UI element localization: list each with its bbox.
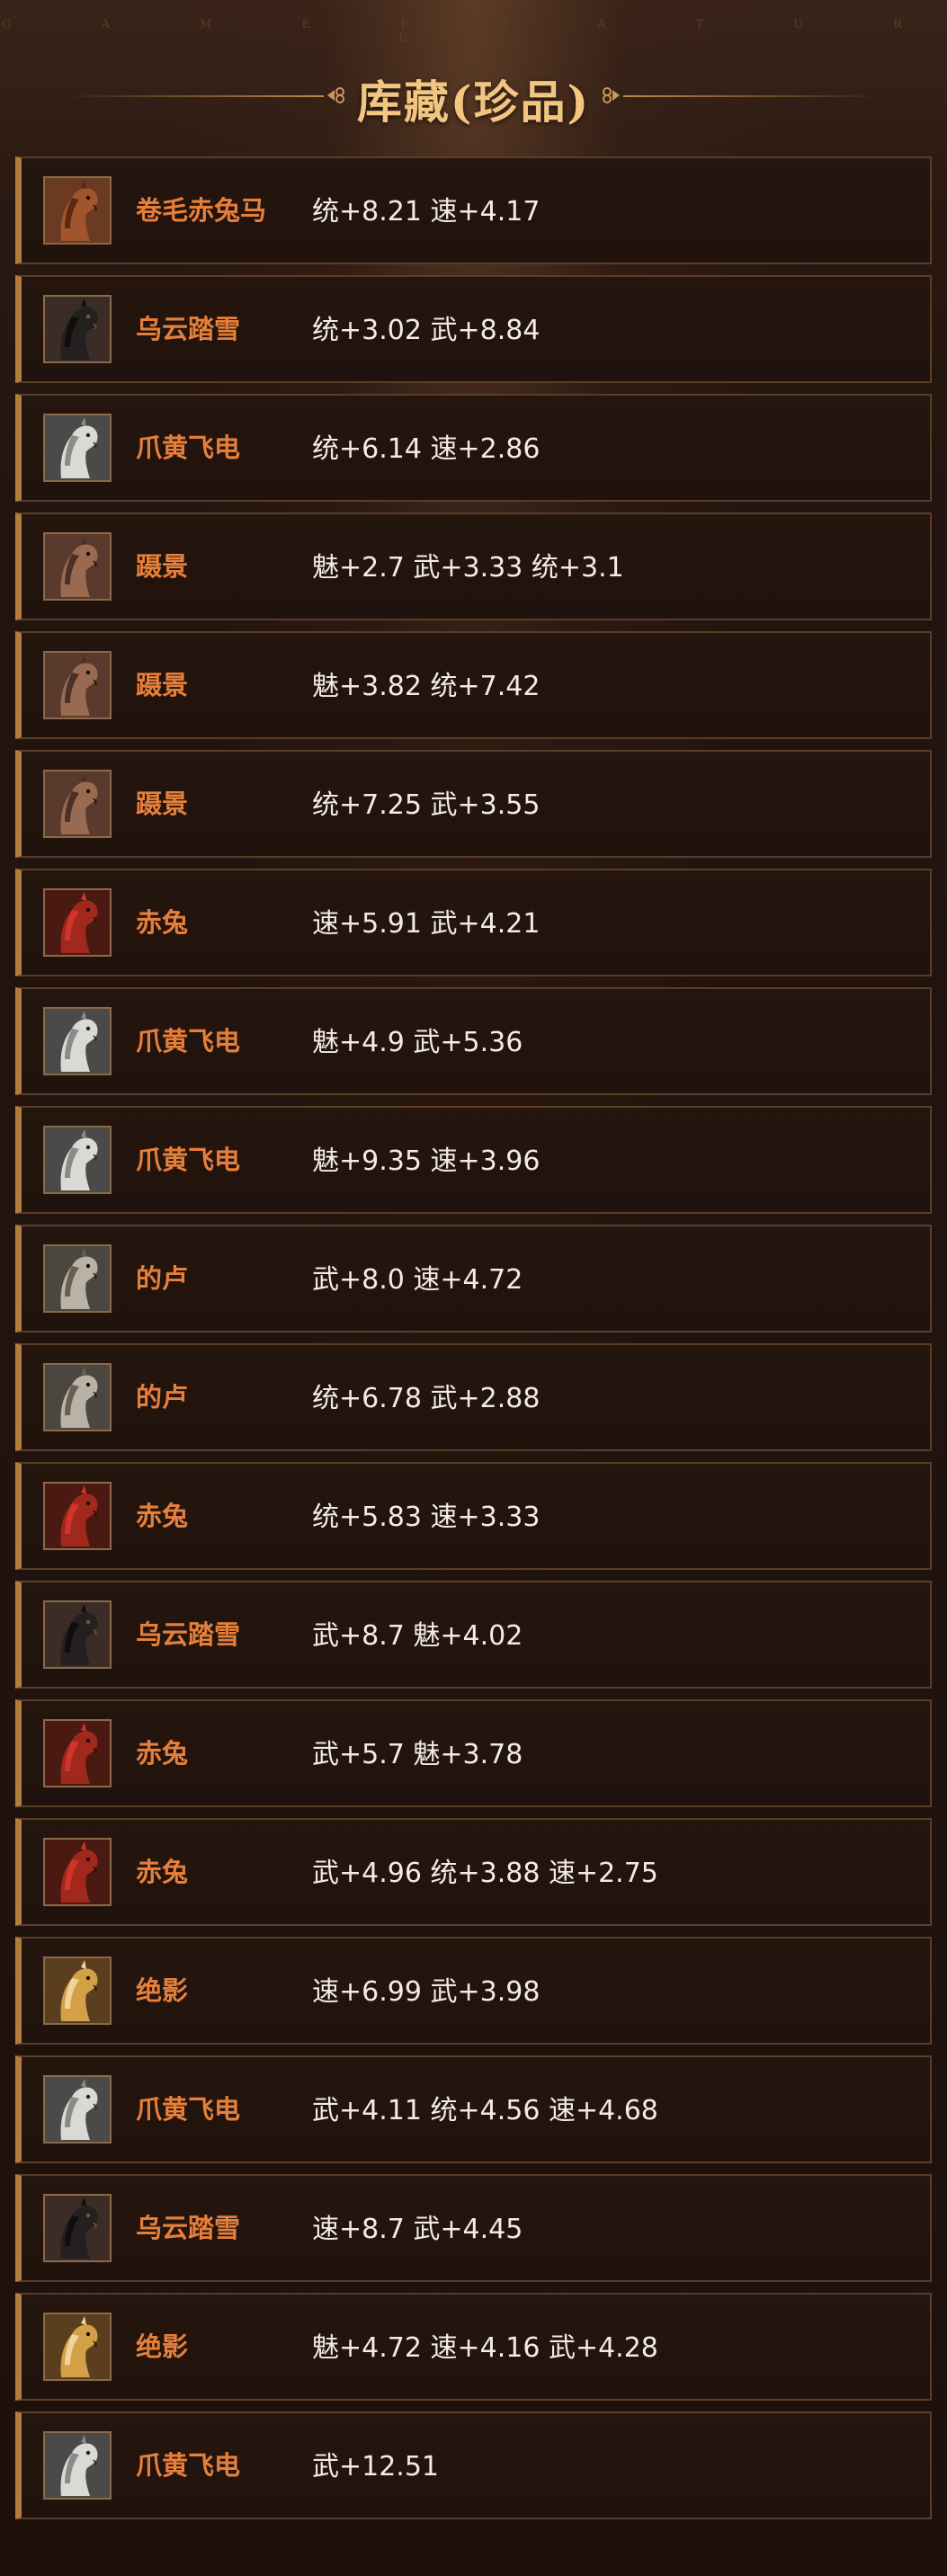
horse-white-armored-icon <box>43 414 112 482</box>
item-stats: 速+5.91 武+4.21 <box>312 908 541 940</box>
horse-brown-icon <box>43 176 112 245</box>
title-row: 库藏(珍品) <box>0 63 947 129</box>
item-name: 赤兔 <box>136 1738 189 1769</box>
item-stats: 武+12.51 <box>312 2451 440 2482</box>
item-name: 蹑景 <box>136 670 189 700</box>
item-name: 爪黄飞电 <box>136 432 241 463</box>
list-item[interactable]: 绝影 速+6.99 武+3.98 <box>15 1937 932 2045</box>
list-item[interactable]: 爪黄飞电 武+4.11 统+4.56 速+4.68 <box>15 2055 932 2163</box>
horse-white-armored-icon <box>43 2075 112 2144</box>
item-name: 乌云踏雪 <box>136 314 241 344</box>
horse-white-armored-icon <box>43 2431 112 2500</box>
item-stats: 武+8.7 魅+4.02 <box>312 1620 523 1652</box>
item-name: 卷毛赤兔马 <box>136 195 267 226</box>
item-name: 赤兔 <box>136 1501 189 1531</box>
list-item[interactable]: 赤兔 统+5.83 速+3.33 <box>15 1462 932 1570</box>
list-item[interactable]: 乌云踏雪 统+3.02 武+8.84 <box>15 275 932 383</box>
item-stats: 武+8.0 速+4.72 <box>312 1264 523 1296</box>
item-stats: 速+8.7 武+4.45 <box>312 2214 523 2245</box>
horse-red-icon <box>43 1482 112 1550</box>
list-item[interactable]: 蹑景 魅+3.82 统+7.42 <box>15 631 932 739</box>
page-title: 库藏(珍品) <box>356 76 591 129</box>
list-item[interactable]: 蹑景 魅+2.7 武+3.33 统+3.1 <box>15 513 932 620</box>
list-item[interactable]: 的卢 武+8.0 速+4.72 <box>15 1225 932 1333</box>
item-stats: 统+7.25 武+3.55 <box>312 789 541 821</box>
item-name: 爪黄飞电 <box>136 2094 241 2125</box>
horse-grey-icon <box>43 1363 112 1431</box>
horse-golden-icon <box>43 1957 112 2025</box>
item-stats: 统+6.14 速+2.86 <box>312 433 541 465</box>
item-name: 乌云踏雪 <box>136 2213 241 2243</box>
item-name: 爪黄飞电 <box>136 1026 241 1056</box>
item-stats: 武+5.7 魅+3.78 <box>312 1739 523 1770</box>
item-name: 赤兔 <box>136 907 189 938</box>
horse-grey-icon <box>43 1244 112 1313</box>
horse-roan-icon <box>43 770 112 838</box>
item-name: 爪黄飞电 <box>136 1145 241 1175</box>
list-item[interactable]: 赤兔 速+5.91 武+4.21 <box>15 869 932 976</box>
list-item[interactable]: 爪黄飞电 魅+4.9 武+5.36 <box>15 987 932 1095</box>
item-stats: 魅+3.82 统+7.42 <box>312 671 541 702</box>
horse-black-icon <box>43 2194 112 2262</box>
item-stats: 魅+4.72 速+4.16 武+4.28 <box>312 2332 658 2364</box>
horse-red-icon <box>43 888 112 957</box>
list-item[interactable]: 爪黄飞电 魅+9.35 速+3.96 <box>15 1106 932 1214</box>
list-item[interactable]: 爪黄飞电 统+6.14 速+2.86 <box>15 394 932 502</box>
ornament-right-icon <box>603 87 620 103</box>
item-name: 蹑景 <box>136 551 189 582</box>
horse-red-icon <box>43 1719 112 1787</box>
item-name: 爪黄飞电 <box>136 2450 241 2481</box>
item-name: 绝影 <box>136 2331 189 2362</box>
item-list: 卷毛赤兔马 统+8.21 速+4.17 乌云踏雪 统+3.02 武+8.84 爪黄飞电统… <box>15 156 932 2530</box>
item-stats: 统+5.83 速+3.33 <box>312 1502 541 1533</box>
list-item[interactable]: 卷毛赤兔马 统+8.21 速+4.17 <box>15 156 932 264</box>
horse-golden-icon <box>43 2313 112 2381</box>
list-item[interactable]: 绝影 魅+4.72 速+4.16 武+4.28 <box>15 2293 932 2401</box>
title-divider-right <box>623 95 884 97</box>
item-stats: 统+8.21 速+4.17 <box>312 196 541 227</box>
horse-roan-icon <box>43 532 112 601</box>
item-stats: 武+4.11 统+4.56 速+4.68 <box>312 2095 658 2126</box>
header: G A M E F E A T U R E S 库藏(珍品) <box>0 0 947 153</box>
horse-black-icon <box>43 295 112 363</box>
item-name: 的卢 <box>136 1263 189 1294</box>
item-stats: 统+3.02 武+8.84 <box>312 315 541 346</box>
list-item[interactable]: 蹑景 统+7.25 武+3.55 <box>15 750 932 858</box>
item-stats: 魅+9.35 速+3.96 <box>312 1145 541 1177</box>
item-stats: 速+6.99 武+3.98 <box>312 1976 541 2008</box>
list-item[interactable]: 乌云踏雪 武+8.7 魅+4.02 <box>15 1581 932 1689</box>
horse-red-icon <box>43 1838 112 1906</box>
item-stats: 武+4.96 统+3.88 速+2.75 <box>312 1858 658 1889</box>
item-stats: 魅+2.7 武+3.33 统+3.1 <box>312 552 624 584</box>
item-name: 蹑景 <box>136 789 189 819</box>
header-subtitle: G A M E F E A T U R E S <box>1 18 946 45</box>
item-name: 赤兔 <box>136 1857 189 1887</box>
horse-roan-icon <box>43 651 112 719</box>
horse-white-armored-icon <box>43 1007 112 1075</box>
list-item[interactable]: 乌云踏雪 速+8.7 武+4.45 <box>15 2174 932 2282</box>
list-item[interactable]: 的卢 统+6.78 武+2.88 <box>15 1343 932 1451</box>
list-item[interactable]: 赤兔 武+5.7 魅+3.78 <box>15 1699 932 1807</box>
horse-white-armored-icon <box>43 1126 112 1194</box>
item-stats: 统+6.78 武+2.88 <box>312 1383 541 1414</box>
list-item[interactable]: 爪黄飞电 武+12.51 <box>15 2411 932 2519</box>
item-stats: 魅+4.9 武+5.36 <box>312 1027 523 1058</box>
horse-black-icon <box>43 1600 112 1669</box>
item-name: 的卢 <box>136 1382 189 1413</box>
item-name: 乌云踏雪 <box>136 1619 241 1650</box>
item-name: 绝影 <box>136 1975 189 2006</box>
list-item[interactable]: 赤兔 武+4.96 统+3.88 速+2.75 <box>15 1818 932 1926</box>
